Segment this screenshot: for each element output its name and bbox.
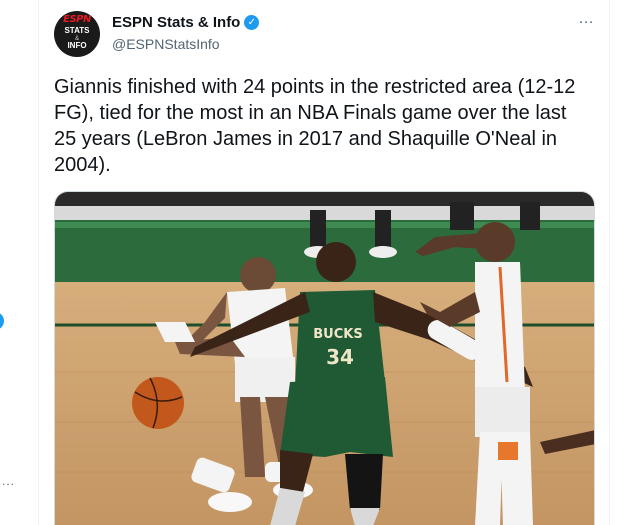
more-options-icon[interactable]: ... — [2, 474, 15, 488]
more-icon[interactable]: … — [578, 10, 595, 28]
verified-badge-icon: ✓ — [244, 15, 260, 30]
espn-logo: ESPN — [63, 14, 91, 25]
handle[interactable]: @ESPNStatsInfo — [112, 36, 220, 52]
author-row: ESPN Stats & Info ✓ — [112, 14, 260, 31]
jersey-number: 34 — [326, 345, 354, 369]
left-nav-strip: ... — [0, 0, 38, 525]
avatar-line-stats: STATS — [64, 26, 90, 35]
avatar[interactable]: ESPN STATS & INFO — [54, 11, 100, 57]
basketball-photo: BUCKS 34 — [55, 192, 594, 525]
display-name[interactable]: ESPN Stats & Info — [112, 14, 240, 31]
tweet-text: Giannis finished with 24 points in the r… — [54, 76, 581, 176]
avatar-line-info: INFO — [67, 41, 87, 50]
jersey-team: BUCKS — [313, 327, 362, 342]
tweet-card[interactable]: ESPN STATS & INFO ESPN Stats & Info ✓ @E… — [38, 0, 610, 525]
nav-indicator[interactable] — [0, 312, 4, 330]
tweet-photo[interactable]: BUCKS 34 — [54, 191, 595, 525]
